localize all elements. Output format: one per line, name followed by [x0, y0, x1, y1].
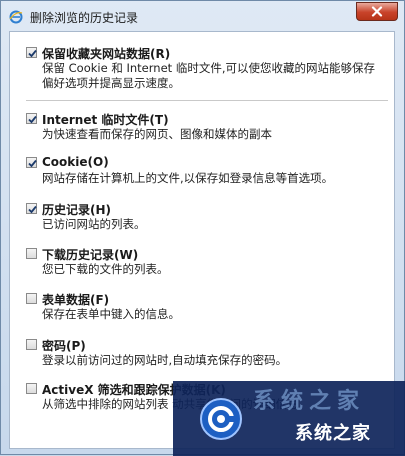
- option-label: 表单数据(F): [42, 293, 110, 307]
- option-label: 保留收藏夹网站数据(R): [42, 47, 171, 61]
- watermark-text: 系统之家: [295, 423, 371, 444]
- checkbox[interactable]: [26, 339, 37, 350]
- checkmark-icon: [28, 159, 37, 168]
- system-home-logo-icon: [199, 397, 243, 441]
- watermark-large-text: 系统之家: [253, 389, 366, 414]
- close-button[interactable]: [356, 2, 398, 21]
- checkbox[interactable]: [26, 293, 37, 304]
- checkbox[interactable]: [26, 47, 37, 58]
- checkbox[interactable]: [26, 203, 37, 214]
- option-description: 保存在表单中键入的信息。: [42, 307, 180, 321]
- title-bar[interactable]: 删除浏览的历史记录: [1, 1, 404, 31]
- checkbox[interactable]: [26, 248, 37, 259]
- option-label: 下载历史记录(W): [42, 248, 139, 262]
- option-description: 登录以前访问过的网站时,自动填充保存的密码。: [42, 353, 288, 367]
- option-description: 网站存储在计算机上的文件,以保存如登录信息等首选项。: [42, 171, 334, 185]
- option-description: 已访问网站的列表。: [42, 217, 146, 231]
- option-label: 历史记录(H): [42, 203, 112, 217]
- option-label: 密码(P): [42, 339, 86, 353]
- option-label: Cookie(O): [42, 155, 109, 169]
- delete-browsing-history-window: 删除浏览的历史记录 保留收藏夹网站数据(R) 保留 Cookie 和 Inter…: [0, 0, 405, 456]
- option-description: 您已下载的文件的列表。: [42, 262, 169, 276]
- watermark-banner: 系统之家 系统之家: [173, 381, 405, 456]
- checkmark-icon: [28, 49, 37, 58]
- option-description: 为快速查看而保存的网页、图像和媒体的副本: [42, 127, 272, 141]
- option-label: Internet 临时文件(T): [42, 113, 169, 127]
- checkbox[interactable]: [26, 157, 37, 168]
- window-title: 删除浏览的历史记录: [30, 11, 139, 25]
- checkbox[interactable]: [26, 383, 37, 394]
- internet-explorer-icon: [9, 9, 23, 24]
- checkmark-icon: [28, 205, 37, 214]
- close-icon: [371, 6, 383, 17]
- checkmark-icon: [28, 115, 37, 124]
- checkbox[interactable]: [26, 113, 37, 124]
- option-description: 保留 Cookie 和 Internet 临时文件,可以使您收藏的网站能够保存偏…: [42, 61, 375, 90]
- divider: [26, 100, 388, 101]
